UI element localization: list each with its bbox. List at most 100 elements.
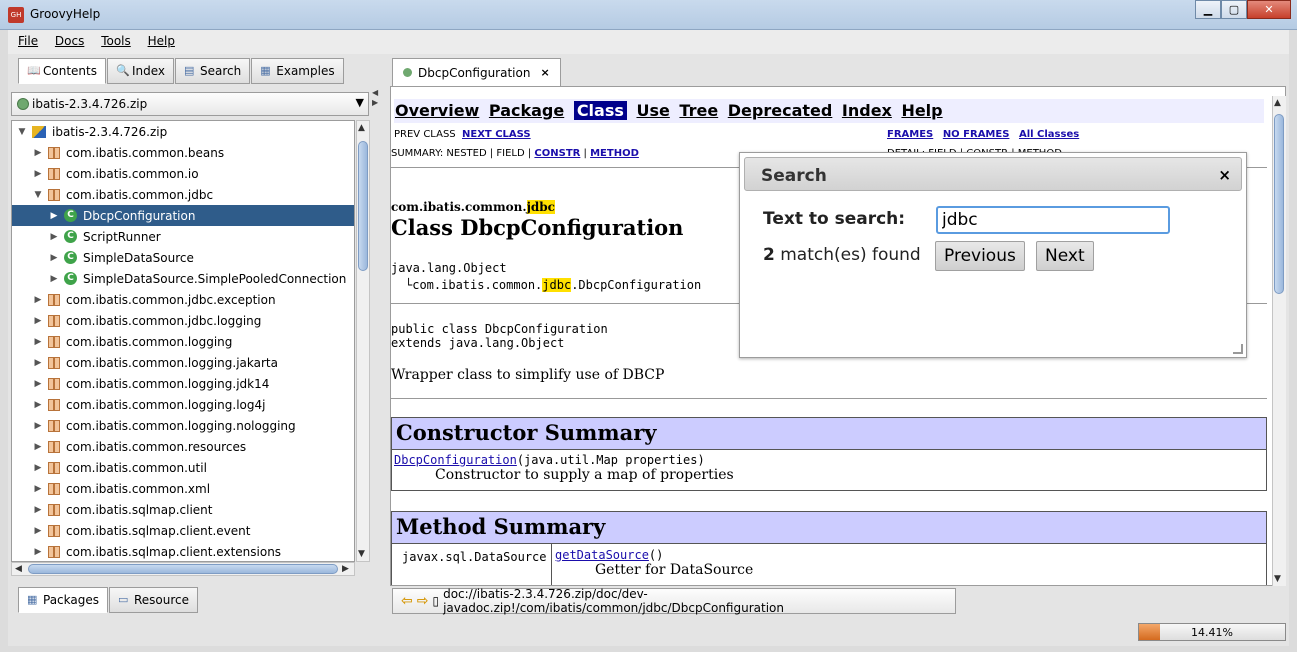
tree-horizontal-scrollbar[interactable]: ◀ ▶ xyxy=(11,562,355,576)
tree-item[interactable]: ▶ com.ibatis.common.io xyxy=(12,163,354,184)
tab-examples[interactable]: ▦ Examples xyxy=(251,58,344,84)
constructor-link[interactable]: DbcpConfiguration xyxy=(394,453,517,467)
collapse-left-icon[interactable]: ◀ xyxy=(372,88,378,97)
nav-package[interactable]: Package xyxy=(489,101,564,120)
collapsed-toggle-icon[interactable]: ▶ xyxy=(48,274,60,284)
collapsed-toggle-icon[interactable]: ▶ xyxy=(48,232,60,242)
tree-item[interactable]: ▶ com.ibatis.common.jdbc.exception xyxy=(12,289,354,310)
collapsed-toggle-icon[interactable]: ▶ xyxy=(32,526,44,536)
tab-resource[interactable]: ▭ Resource xyxy=(109,587,199,613)
tree-item[interactable]: ▶ com.ibatis.common.logging.jakarta xyxy=(12,352,354,373)
method-link[interactable]: getDataSource xyxy=(555,548,649,562)
tab-contents[interactable]: 📖 Contents xyxy=(18,58,106,84)
collapsed-toggle-icon[interactable]: ▶ xyxy=(32,505,44,515)
no-frames-link[interactable]: NO FRAMES xyxy=(943,129,1010,140)
collapsed-toggle-icon[interactable]: ▶ xyxy=(32,547,44,557)
tree-item[interactable]: ▶ com.ibatis.sqlmap.client.extensions xyxy=(12,541,354,561)
tree-item[interactable]: ▶ com.ibatis.common.logging.nologging xyxy=(12,415,354,436)
collapsed-toggle-icon[interactable]: ▶ xyxy=(32,316,44,326)
tab-packages[interactable]: ▦ Packages xyxy=(18,587,108,613)
nav-overview[interactable]: Overview xyxy=(395,101,479,120)
tree-item[interactable]: ▶ com.ibatis.common.resources xyxy=(12,436,354,457)
collapsed-toggle-icon[interactable]: ▶ xyxy=(48,211,60,221)
resize-grip[interactable] xyxy=(1233,344,1243,354)
tree-item[interactable]: ▶ com.ibatis.common.util xyxy=(12,457,354,478)
split-divider[interactable]: ◀ ▶ xyxy=(370,54,382,620)
collapsed-toggle-icon[interactable]: ▶ xyxy=(32,337,44,347)
expanded-toggle-icon[interactable]: ▼ xyxy=(16,127,28,137)
scroll-down-icon[interactable]: ▼ xyxy=(358,549,365,559)
tree-item[interactable]: ▶ C ScriptRunner xyxy=(12,226,354,247)
minimize-button[interactable]: ▁ xyxy=(1195,0,1221,19)
collapsed-toggle-icon[interactable]: ▶ xyxy=(48,253,60,263)
close-tab-icon[interactable]: × xyxy=(540,66,549,79)
menu-file-label: File xyxy=(18,34,39,48)
tab-index[interactable]: 🔍 Index xyxy=(106,58,175,84)
frames-link[interactable]: FRAMES xyxy=(887,129,933,140)
tree-item[interactable]: ▶ com.ibatis.common.logging xyxy=(12,331,354,352)
close-icon[interactable]: × xyxy=(1218,166,1231,184)
tree-item[interactable]: ▶ com.ibatis.common.logging.jdk14 xyxy=(12,373,354,394)
tree-item[interactable]: ▶ com.ibatis.sqlmap.client.event xyxy=(12,520,354,541)
tree-vertical-scroll-thumb[interactable] xyxy=(358,141,368,271)
document-icon: ▯ xyxy=(432,594,440,608)
nav-use[interactable]: Use xyxy=(636,101,669,120)
collapsed-toggle-icon[interactable]: ▶ xyxy=(32,421,44,431)
doc-tab[interactable]: DbcpConfiguration × xyxy=(392,58,561,86)
tree-item[interactable]: ▼ com.ibatis.common.jdbc xyxy=(12,184,354,205)
summary-method-link[interactable]: METHOD xyxy=(590,148,639,159)
next-button[interactable]: Next xyxy=(1036,241,1094,271)
collapsed-toggle-icon[interactable]: ▶ xyxy=(32,442,44,452)
scroll-up-icon[interactable]: ▲ xyxy=(1274,98,1281,108)
next-class-link[interactable]: NEXT CLASS xyxy=(462,129,531,140)
back-arrow-icon[interactable]: ⇦ xyxy=(401,593,413,609)
collapsed-toggle-icon[interactable]: ▶ xyxy=(32,484,44,494)
close-window-button[interactable]: ✕ xyxy=(1247,0,1291,19)
collapsed-toggle-icon[interactable]: ▶ xyxy=(32,148,44,158)
menu-help[interactable]: Help xyxy=(138,30,178,48)
tree-item[interactable]: ▼ ibatis-2.3.4.726.zip xyxy=(12,121,354,142)
doc-vertical-scrollbar[interactable]: ▲ ▼ xyxy=(1272,96,1286,586)
forward-arrow-icon[interactable]: ⇨ xyxy=(417,593,429,609)
scroll-down-icon[interactable]: ▼ xyxy=(1274,574,1281,584)
expanded-toggle-icon[interactable]: ▼ xyxy=(32,190,44,200)
previous-button[interactable]: Previous xyxy=(935,241,1025,271)
maximize-button[interactable]: ▢ xyxy=(1221,0,1247,19)
nav-tree[interactable]: Tree xyxy=(679,101,718,120)
search-input[interactable] xyxy=(936,206,1170,234)
scroll-up-icon[interactable]: ▲ xyxy=(358,123,365,133)
collapsed-toggle-icon[interactable]: ▶ xyxy=(32,463,44,473)
nav-help[interactable]: Help xyxy=(901,101,942,120)
nav-index[interactable]: Index xyxy=(842,101,892,120)
tree-vertical-scrollbar[interactable]: ▲ ▼ xyxy=(356,120,370,562)
doc-vertical-scroll-thumb[interactable] xyxy=(1274,114,1284,294)
tree-item[interactable]: ▶ com.ibatis.common.logging.log4j xyxy=(12,394,354,415)
nav-deprecated[interactable]: Deprecated xyxy=(728,101,833,120)
collapse-right-icon[interactable]: ▶ xyxy=(372,98,378,107)
package-icon xyxy=(48,293,60,306)
tree-item[interactable]: ▶ C DbcpConfiguration xyxy=(12,205,354,226)
tree-item[interactable]: ▶ com.ibatis.sqlmap.client xyxy=(12,499,354,520)
archive-select[interactable]: ibatis-2.3.4.726.zip ▼ xyxy=(11,92,369,116)
prev-class-label: PREV CLASS xyxy=(394,129,456,140)
tree-item-label: com.ibatis.common.logging xyxy=(66,334,233,349)
menu-docs[interactable]: Docs xyxy=(45,30,87,48)
tree-item[interactable]: ▶ com.ibatis.common.jdbc.logging xyxy=(12,310,354,331)
tab-search[interactable]: ▤ Search xyxy=(175,58,251,84)
tree-item[interactable]: ▶ C SimpleDataSource xyxy=(12,247,354,268)
scroll-left-icon[interactable]: ◀ xyxy=(15,564,22,574)
collapsed-toggle-icon[interactable]: ▶ xyxy=(32,400,44,410)
tree-item[interactable]: ▶ C SimpleDataSource.SimplePooledConnectio… xyxy=(12,268,354,289)
collapsed-toggle-icon[interactable]: ▶ xyxy=(32,169,44,179)
scroll-right-icon[interactable]: ▶ xyxy=(342,564,349,574)
collapsed-toggle-icon[interactable]: ▶ xyxy=(32,358,44,368)
tree-horizontal-scroll-thumb[interactable] xyxy=(28,564,338,574)
menu-tools[interactable]: Tools xyxy=(91,30,134,48)
tree-item[interactable]: ▶ com.ibatis.common.beans xyxy=(12,142,354,163)
summary-constr-link[interactable]: CONSTR xyxy=(534,148,580,159)
collapsed-toggle-icon[interactable]: ▶ xyxy=(32,295,44,305)
all-classes-link[interactable]: All Classes xyxy=(1019,129,1079,140)
tree-item[interactable]: ▶ com.ibatis.common.xml xyxy=(12,478,354,499)
menu-file[interactable]: File xyxy=(8,30,41,48)
collapsed-toggle-icon[interactable]: ▶ xyxy=(32,379,44,389)
